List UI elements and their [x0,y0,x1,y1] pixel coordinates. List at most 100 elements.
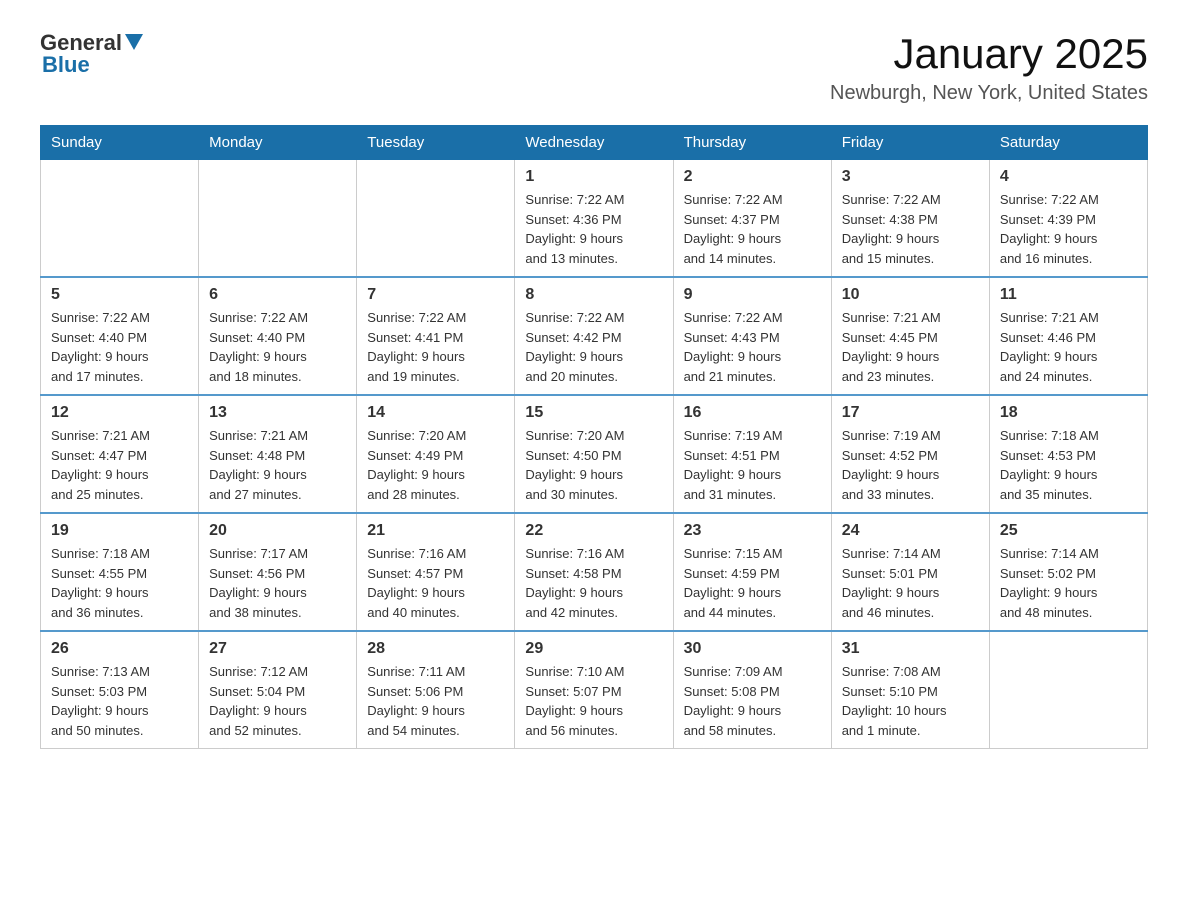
day-number: 27 [209,640,346,658]
weekday-header-wednesday: Wednesday [515,126,673,160]
day-number: 17 [842,404,979,422]
calendar-cell: 1 Sunrise: 7:22 AM Sunset: 4:36 PM Daylig… [515,160,673,278]
calendar-cell: 15 Sunrise: 7:20 AM Sunset: 4:50 PM Dayli… [515,395,673,513]
calendar-cell: 20 Sunrise: 7:17 AM Sunset: 4:56 PM Dayli… [199,513,357,631]
day-number: 28 [367,640,504,658]
logo-arrow-icon [125,34,143,50]
calendar-cell: 14 Sunrise: 7:20 AM Sunset: 4:49 PM Dayli… [357,395,515,513]
day-info: Sunrise: 7:16 AM Sunset: 4:57 PM Dayligh… [367,544,504,622]
day-number: 20 [209,522,346,540]
day-info: Sunrise: 7:20 AM Sunset: 4:49 PM Dayligh… [367,426,504,504]
logo: General Blue [40,30,143,78]
day-number: 30 [684,640,821,658]
calendar-cell: 30 Sunrise: 7:09 AM Sunset: 5:08 PM Dayli… [673,631,831,749]
day-info: Sunrise: 7:08 AM Sunset: 5:10 PM Dayligh… [842,662,979,740]
day-info: Sunrise: 7:19 AM Sunset: 4:51 PM Dayligh… [684,426,821,504]
day-info: Sunrise: 7:22 AM Sunset: 4:38 PM Dayligh… [842,190,979,268]
weekday-header-row: SundayMondayTuesdayWednesdayThursdayFrid… [41,126,1148,160]
day-number: 24 [842,522,979,540]
day-number: 6 [209,286,346,304]
weekday-header-thursday: Thursday [673,126,831,160]
calendar-table: SundayMondayTuesdayWednesdayThursdayFrid… [40,125,1148,749]
day-info: Sunrise: 7:10 AM Sunset: 5:07 PM Dayligh… [525,662,662,740]
calendar-cell: 28 Sunrise: 7:11 AM Sunset: 5:06 PM Dayli… [357,631,515,749]
calendar-week-row: 19Sunrise: 7:18 AM Sunset: 4:55 PM Dayli… [41,513,1148,631]
calendar-cell: 29 Sunrise: 7:10 AM Sunset: 5:07 PM Dayli… [515,631,673,749]
day-info: Sunrise: 7:22 AM Sunset: 4:37 PM Dayligh… [684,190,821,268]
day-number: 7 [367,286,504,304]
day-number: 23 [684,522,821,540]
weekday-header-saturday: Saturday [989,126,1147,160]
calendar-cell [357,160,515,278]
day-info: Sunrise: 7:22 AM Sunset: 4:41 PM Dayligh… [367,308,504,386]
day-number: 25 [1000,522,1137,540]
calendar-cell: 19Sunrise: 7:18 AM Sunset: 4:55 PM Dayli… [41,513,199,631]
day-info: Sunrise: 7:14 AM Sunset: 5:01 PM Dayligh… [842,544,979,622]
calendar-cell: 27Sunrise: 7:12 AM Sunset: 5:04 PM Dayli… [199,631,357,749]
day-info: Sunrise: 7:21 AM Sunset: 4:47 PM Dayligh… [51,426,188,504]
day-info: Sunrise: 7:14 AM Sunset: 5:02 PM Dayligh… [1000,544,1137,622]
calendar-cell: 3 Sunrise: 7:22 AM Sunset: 4:38 PM Daylig… [831,160,989,278]
calendar-week-row: 5 Sunrise: 7:22 AM Sunset: 4:40 PM Daylig… [41,277,1148,395]
day-number: 1 [525,168,662,186]
calendar-cell: 25 Sunrise: 7:14 AM Sunset: 5:02 PM Dayli… [989,513,1147,631]
day-number: 2 [684,168,821,186]
day-info: Sunrise: 7:13 AM Sunset: 5:03 PM Dayligh… [51,662,188,740]
page-header: General Blue January 2025 Newburgh, New … [40,30,1148,105]
day-info: Sunrise: 7:21 AM Sunset: 4:45 PM Dayligh… [842,308,979,386]
calendar-cell: 11Sunrise: 7:21 AM Sunset: 4:46 PM Dayli… [989,277,1147,395]
day-number: 26 [51,640,188,658]
calendar-cell: 21 Sunrise: 7:16 AM Sunset: 4:57 PM Dayli… [357,513,515,631]
day-info: Sunrise: 7:09 AM Sunset: 5:08 PM Dayligh… [684,662,821,740]
weekday-header-sunday: Sunday [41,126,199,160]
day-info: Sunrise: 7:18 AM Sunset: 4:55 PM Dayligh… [51,544,188,622]
day-info: Sunrise: 7:17 AM Sunset: 4:56 PM Dayligh… [209,544,346,622]
day-info: Sunrise: 7:22 AM Sunset: 4:43 PM Dayligh… [684,308,821,386]
calendar-week-row: 26 Sunrise: 7:13 AM Sunset: 5:03 PM Dayli… [41,631,1148,749]
day-number: 14 [367,404,504,422]
day-number: 3 [842,168,979,186]
day-number: 5 [51,286,188,304]
calendar-cell: 8 Sunrise: 7:22 AM Sunset: 4:42 PM Daylig… [515,277,673,395]
calendar-cell: 7 Sunrise: 7:22 AM Sunset: 4:41 PM Daylig… [357,277,515,395]
calendar-cell: 16 Sunrise: 7:19 AM Sunset: 4:51 PM Dayli… [673,395,831,513]
day-number: 10 [842,286,979,304]
day-number: 13 [209,404,346,422]
weekday-header-friday: Friday [831,126,989,160]
title-block: January 2025 Newburgh, New York, United … [830,30,1148,105]
calendar-cell: 2 Sunrise: 7:22 AM Sunset: 4:37 PM Daylig… [673,160,831,278]
day-info: Sunrise: 7:22 AM Sunset: 4:39 PM Dayligh… [1000,190,1137,268]
calendar-cell: 5Sunrise: 7:22 AM Sunset: 4:40 PM Daylig… [41,277,199,395]
day-info: Sunrise: 7:22 AM Sunset: 4:42 PM Dayligh… [525,308,662,386]
calendar-cell: 23Sunrise: 7:15 AM Sunset: 4:59 PM Dayli… [673,513,831,631]
calendar-cell: 17 Sunrise: 7:19 AM Sunset: 4:52 PM Dayli… [831,395,989,513]
calendar-cell: 18Sunrise: 7:18 AM Sunset: 4:53 PM Dayli… [989,395,1147,513]
day-number: 9 [684,286,821,304]
day-number: 8 [525,286,662,304]
calendar-cell [199,160,357,278]
day-info: Sunrise: 7:22 AM Sunset: 4:40 PM Dayligh… [209,308,346,386]
day-number: 31 [842,640,979,658]
weekday-header-tuesday: Tuesday [357,126,515,160]
day-info: Sunrise: 7:16 AM Sunset: 4:58 PM Dayligh… [525,544,662,622]
day-info: Sunrise: 7:20 AM Sunset: 4:50 PM Dayligh… [525,426,662,504]
day-info: Sunrise: 7:22 AM Sunset: 4:36 PM Dayligh… [525,190,662,268]
logo-text-blue: Blue [42,52,90,78]
day-number: 12 [51,404,188,422]
day-number: 21 [367,522,504,540]
day-number: 22 [525,522,662,540]
calendar-week-row: 1 Sunrise: 7:22 AM Sunset: 4:36 PM Daylig… [41,160,1148,278]
calendar-cell: 6 Sunrise: 7:22 AM Sunset: 4:40 PM Daylig… [199,277,357,395]
calendar-cell [41,160,199,278]
day-number: 11 [1000,286,1137,304]
day-number: 18 [1000,404,1137,422]
day-info: Sunrise: 7:19 AM Sunset: 4:52 PM Dayligh… [842,426,979,504]
day-number: 29 [525,640,662,658]
day-number: 16 [684,404,821,422]
calendar-cell: 12 Sunrise: 7:21 AM Sunset: 4:47 PM Dayli… [41,395,199,513]
calendar-cell: 13Sunrise: 7:21 AM Sunset: 4:48 PM Dayli… [199,395,357,513]
day-info: Sunrise: 7:11 AM Sunset: 5:06 PM Dayligh… [367,662,504,740]
day-number: 4 [1000,168,1137,186]
day-number: 15 [525,404,662,422]
calendar-cell: 10 Sunrise: 7:21 AM Sunset: 4:45 PM Dayli… [831,277,989,395]
